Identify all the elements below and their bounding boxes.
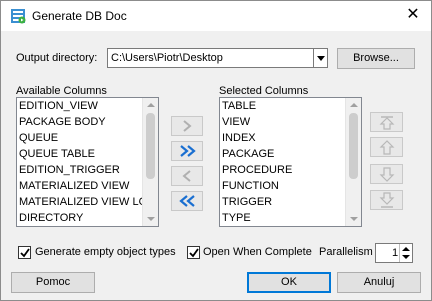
parallelism-spinner[interactable]: 1 <box>375 243 413 263</box>
parallelism-value[interactable]: 1 <box>392 247 398 259</box>
output-directory-value: C:\Users\Piotr\Desktop <box>111 52 223 64</box>
close-button[interactable]: ✕ <box>401 4 425 28</box>
parallelism-label: Parallelism <box>319 246 373 258</box>
spinner-buttons <box>399 244 412 262</box>
title-bar: Generate DB Doc ✕ <box>1 1 431 31</box>
arrow-up-icon <box>379 140 395 155</box>
output-directory-label: Output directory: <box>16 52 98 64</box>
scroll-down-icon[interactable] <box>350 217 358 221</box>
list-item[interactable]: QUEUE TABLE <box>17 146 158 162</box>
chevron-left-icon <box>182 170 191 182</box>
move-right-button[interactable] <box>171 116 203 136</box>
list-item[interactable]: PROCEDURE <box>220 162 361 178</box>
available-columns-label: Available Columns <box>16 85 107 97</box>
move-bottom-button[interactable] <box>370 190 403 210</box>
generate-empty-checkbox[interactable] <box>18 246 31 259</box>
list-item[interactable]: TABLE <box>220 98 361 114</box>
arrow-to-top-icon <box>379 116 395 130</box>
list-item[interactable]: PACKAGE BODY <box>17 114 158 130</box>
move-left-button[interactable] <box>171 166 203 186</box>
list-item[interactable]: TYPE <box>220 210 361 226</box>
cancel-button[interactable]: Anuluj <box>337 272 421 293</box>
scroll-thumb[interactable] <box>146 113 155 179</box>
list-item[interactable]: TRIGGER <box>220 194 361 210</box>
move-top-button[interactable] <box>370 112 403 132</box>
spin-down-icon[interactable] <box>402 255 410 259</box>
checkmark-icon <box>20 248 30 258</box>
chevron-right-icon <box>183 120 192 132</box>
arrow-to-bottom-icon <box>379 192 395 208</box>
list-item[interactable]: INDEX <box>220 130 361 146</box>
move-all-right-button[interactable] <box>171 141 203 161</box>
output-directory-combo[interactable]: C:\Users\Piotr\Desktop <box>107 48 328 68</box>
move-down-button[interactable] <box>370 164 403 184</box>
arrow-down-icon <box>379 167 395 182</box>
open-when-complete-label[interactable]: Open When Complete <box>203 246 312 258</box>
selected-columns-list[interactable]: TABLE VIEW INDEX PACKAGE PROCEDURE FUNCT… <box>219 97 362 227</box>
available-columns-list[interactable]: EDITION_VIEW PACKAGE BODY QUEUE QUEUE TA… <box>16 97 159 227</box>
chevron-down-icon[interactable] <box>313 49 327 67</box>
selected-items: TABLE VIEW INDEX PACKAGE PROCEDURE FUNCT… <box>220 98 361 226</box>
app-icon <box>11 9 26 24</box>
spin-up-icon[interactable] <box>402 247 410 251</box>
list-item[interactable]: EDITION_VIEW <box>17 98 158 114</box>
scroll-up-icon[interactable] <box>350 103 358 107</box>
double-chevron-right-icon <box>180 145 196 157</box>
scroll-down-icon[interactable] <box>147 217 155 221</box>
checkmark-icon <box>189 248 199 258</box>
list-item[interactable]: EDITION_TRIGGER <box>17 162 158 178</box>
generate-empty-label[interactable]: Generate empty object types <box>35 246 176 258</box>
list-item[interactable]: FUNCTION <box>220 178 361 194</box>
move-all-left-button[interactable] <box>171 191 203 211</box>
available-scrollbar[interactable] <box>142 98 158 226</box>
generate-db-doc-dialog: Generate DB Doc ✕ Output directory: C:\U… <box>0 0 432 301</box>
ok-button[interactable]: OK <box>247 272 331 293</box>
browse-button[interactable]: Browse... <box>337 48 415 69</box>
selected-columns-label: Selected Columns <box>219 85 309 97</box>
window-title: Generate DB Doc <box>32 9 127 23</box>
list-item[interactable]: VIEW <box>220 114 361 130</box>
list-item[interactable]: MATERIALIZED VIEW <box>17 178 158 194</box>
list-item[interactable]: QUEUE <box>17 130 158 146</box>
list-item[interactable]: DIRECTORY <box>17 210 158 226</box>
scroll-up-icon[interactable] <box>147 103 155 107</box>
scroll-thumb[interactable] <box>349 113 358 179</box>
double-chevron-left-icon <box>179 195 195 207</box>
move-up-button[interactable] <box>370 137 403 157</box>
help-button[interactable]: Pomoc <box>11 272 95 293</box>
available-items: EDITION_VIEW PACKAGE BODY QUEUE QUEUE TA… <box>17 98 158 226</box>
list-item[interactable]: PACKAGE <box>220 146 361 162</box>
list-item[interactable]: MATERIALIZED VIEW LOG <box>17 194 158 210</box>
open-when-complete-checkbox[interactable] <box>187 246 200 259</box>
selected-scrollbar[interactable] <box>345 98 361 226</box>
